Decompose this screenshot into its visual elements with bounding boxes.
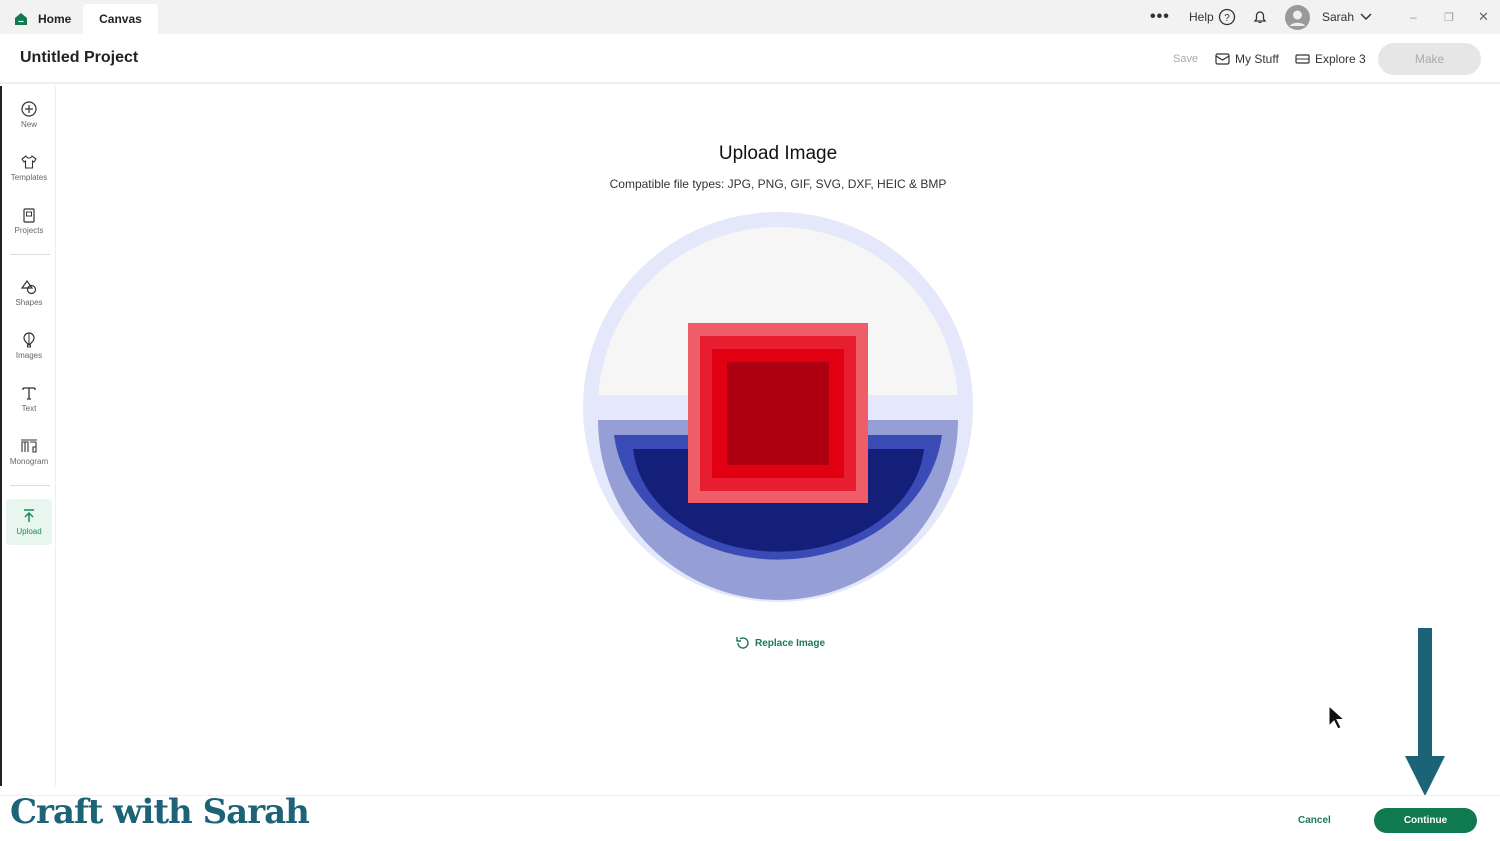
project-title[interactable]: Untitled Project	[20, 49, 138, 67]
continue-button[interactable]: Continue	[1374, 808, 1477, 833]
sidebar-divider	[10, 485, 50, 486]
minimize-button[interactable]: –	[1410, 0, 1417, 34]
user-menu[interactable]: Sarah	[1285, 0, 1372, 34]
more-icon[interactable]: •••	[1150, 0, 1170, 34]
avatar	[1285, 4, 1310, 30]
sidebar-label: Upload	[16, 527, 42, 536]
machine-label: Explore 3	[1315, 52, 1366, 66]
sidebar-item-projects[interactable]: Projects	[6, 198, 52, 244]
file-types-text: Compatible file types: JPG, PNG, GIF, SV…	[609, 177, 947, 191]
my-stuff-button[interactable]: My Stuff	[1215, 34, 1279, 84]
upload-icon	[24, 509, 34, 522]
shapes-icon	[21, 279, 37, 295]
sidebar-label: Shapes	[15, 298, 43, 307]
sidebar-item-images[interactable]: Images	[6, 323, 52, 369]
machine-icon	[1295, 54, 1310, 64]
save-button[interactable]: Save	[1173, 34, 1198, 84]
machine-button[interactable]: Explore 3	[1295, 34, 1366, 84]
upload-title: Upload Image	[718, 143, 838, 164]
replace-image-label: Replace Image	[755, 637, 826, 649]
text-icon	[22, 387, 36, 400]
help-icon: ?	[1218, 8, 1235, 26]
user-name: Sarah	[1322, 10, 1355, 24]
close-button[interactable]: ✕	[1478, 0, 1489, 34]
chevron-down-icon	[1360, 13, 1372, 21]
sidebar-label: Projects	[14, 226, 44, 235]
help-button[interactable]: Help ?	[1189, 0, 1236, 34]
watermark-logo: Craft with Sarah	[10, 792, 310, 832]
sidebar-divider	[10, 254, 50, 255]
my-stuff-label: My Stuff	[1235, 52, 1279, 66]
arrow-down-icon	[1405, 628, 1445, 796]
project-header: Untitled Project Save My Stuff Explore 3…	[0, 34, 1500, 84]
sidebar-item-upload[interactable]: Upload	[6, 499, 52, 545]
plus-circle-icon	[21, 101, 37, 117]
refresh-icon	[736, 637, 749, 649]
sidebar-label: Monogram	[9, 457, 49, 466]
sidebar-item-monogram[interactable]: Monogram	[6, 429, 52, 475]
cancel-button[interactable]: Cancel	[1298, 815, 1331, 826]
tab-canvas[interactable]: Canvas	[83, 4, 158, 34]
tab-home[interactable]: Home	[14, 4, 71, 34]
replace-image-button[interactable]: Replace Image	[735, 635, 825, 651]
sidebar-item-shapes[interactable]: Shapes	[6, 270, 52, 316]
make-button[interactable]: Make	[1378, 43, 1481, 75]
home-icon	[15, 13, 27, 25]
projects-icon	[23, 208, 35, 223]
sidebar-label: Text	[21, 404, 37, 413]
sidebar-label: Images	[15, 351, 43, 360]
square-inner	[727, 362, 829, 465]
mail-icon	[1215, 53, 1230, 65]
help-label: Help	[1189, 10, 1214, 24]
bell-icon[interactable]	[1252, 0, 1268, 34]
sidebar-label: New	[20, 120, 37, 129]
tab-home-label: Home	[38, 12, 72, 26]
svg-text:?: ?	[1224, 13, 1230, 24]
balloon-icon	[23, 332, 35, 348]
monogram-icon	[21, 439, 37, 453]
sidebar-item-text[interactable]: Text	[6, 376, 52, 422]
image-preview	[583, 212, 973, 602]
title-bar: Home Canvas ••• Help ? Sarah – ❐ ✕	[0, 0, 1500, 34]
sidebar-item-new[interactable]: New	[6, 92, 52, 138]
left-sidebar: New Templates Projects Shapes Images Tex…	[0, 86, 56, 786]
restore-button[interactable]: ❐	[1444, 0, 1454, 34]
tab-canvas-label: Canvas	[99, 12, 142, 26]
mouse-cursor-icon	[1328, 705, 1346, 730]
